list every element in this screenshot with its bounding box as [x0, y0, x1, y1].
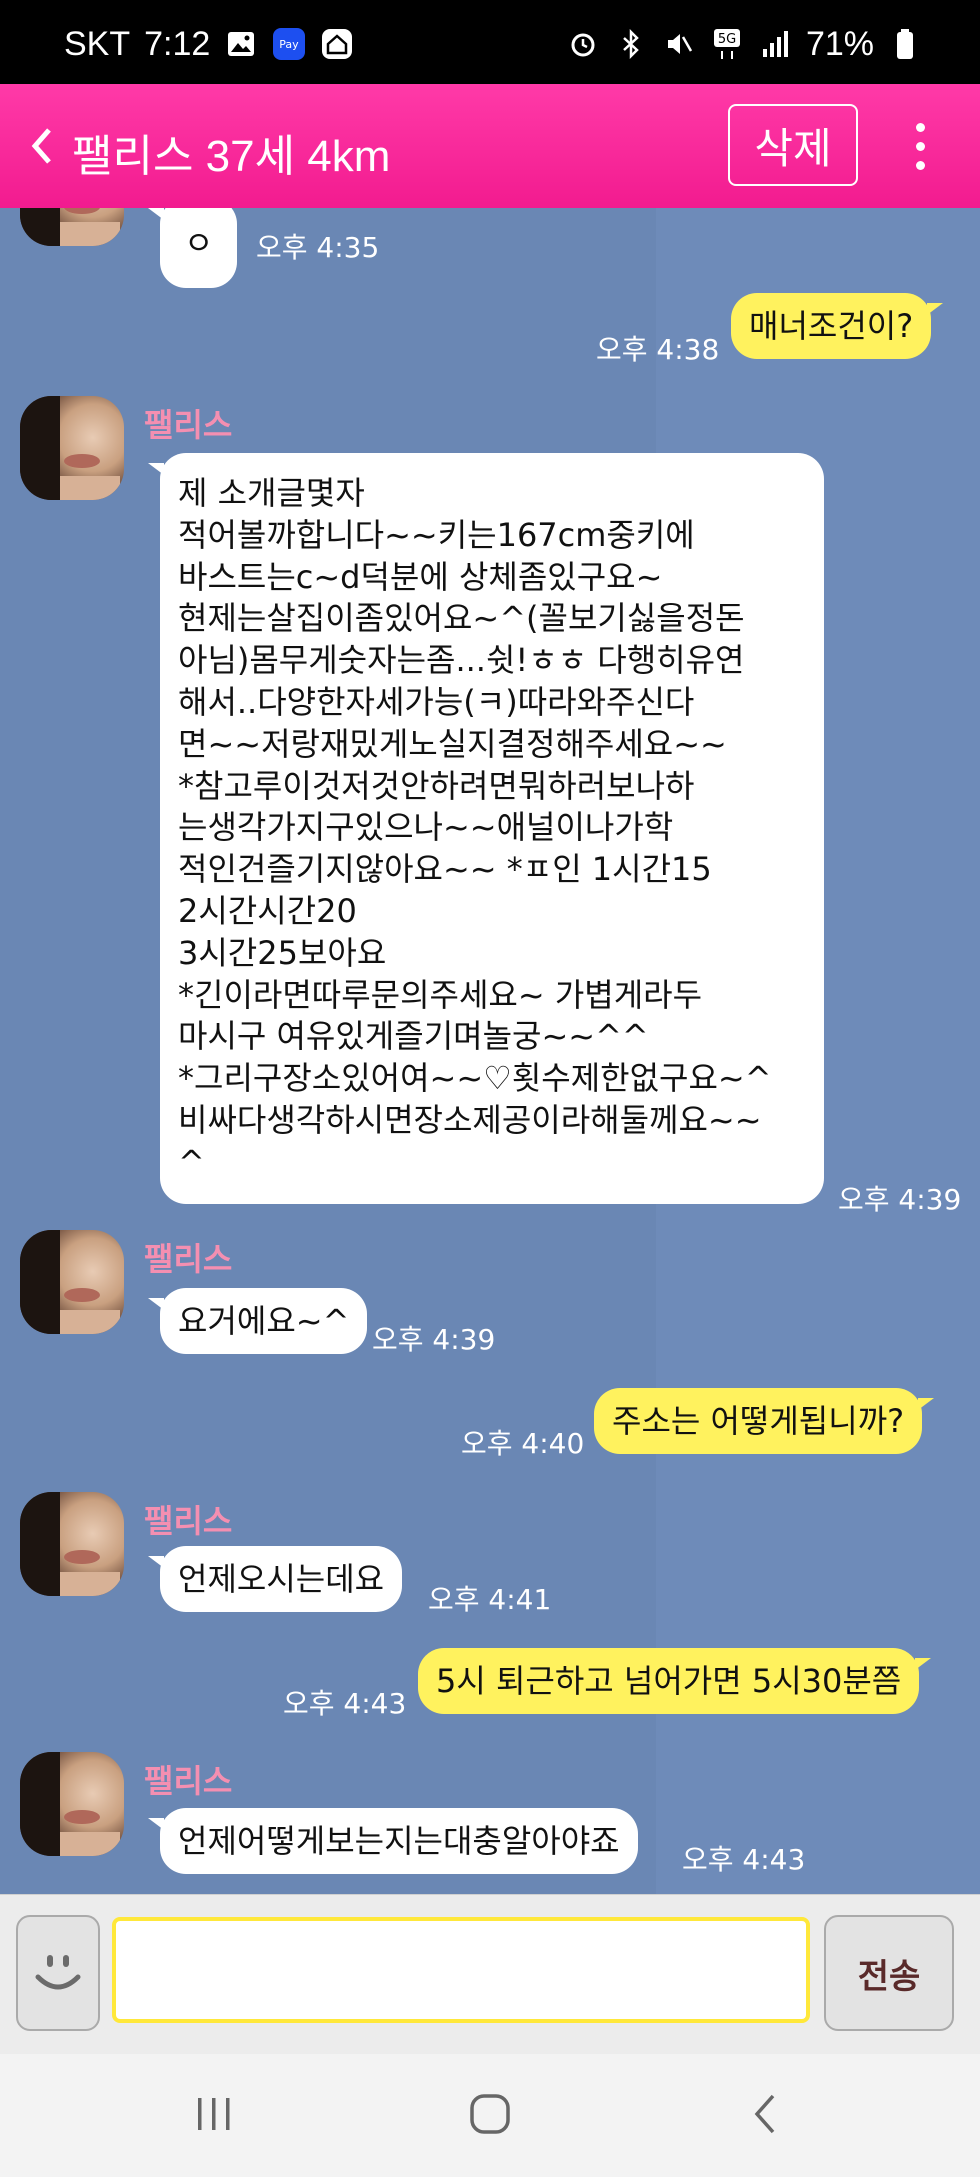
message-line: 아님)몸무게숫자는좀...쉿!ㅎㅎ 다행히유연	[178, 641, 745, 680]
message-line: 3시간25보아요	[178, 933, 387, 972]
message-bubble[interactable]: 언제어떻게보는지는대충알아야죠	[148, 1808, 638, 1874]
back-button[interactable]	[22, 120, 62, 172]
mute-icon	[662, 27, 696, 61]
message-line: ^	[178, 1142, 205, 1181]
more-vertical-icon[interactable]	[900, 108, 940, 184]
message-bubble[interactable]: ㅇ	[147, 208, 238, 288]
message-time: 오후 4:39	[838, 1183, 962, 1216]
carrier-label: SKT	[64, 24, 131, 63]
send-button[interactable]: 전송	[824, 1915, 954, 2031]
message-line: 적어볼까합니다~~키는167cm중키에	[178, 515, 695, 554]
message-line: 마시구 여유있게즐기며놀궁~~^^	[178, 1017, 649, 1056]
chat-title: 팰리스 37세 4km	[72, 132, 391, 181]
message-input[interactable]	[112, 1917, 810, 2023]
message-line: *참고루이것저것안하려면뭐하러보나하	[178, 766, 695, 805]
battery-icon	[888, 27, 922, 61]
home-icon	[320, 27, 354, 61]
avatar[interactable]	[20, 1752, 124, 1856]
sender-name: 팰리스	[144, 406, 233, 444]
signal-icon	[758, 27, 792, 61]
message-line: *그리구장소있어여~~♡횟수제한없구요~^	[178, 1059, 772, 1098]
avatar[interactable]	[20, 1230, 124, 1334]
message-line: 적인건즐기지않아요~~ *ㅍ인 1시간15	[178, 850, 712, 889]
back-icon[interactable]	[726, 2084, 806, 2144]
clock: 7:12	[144, 24, 211, 63]
message-line: 면~~저랑재밌게노실지결정해주세요~~	[178, 724, 727, 763]
message-time: 오후 4:40	[461, 1427, 585, 1460]
home-button-icon[interactable]	[450, 2084, 530, 2144]
message-line: *긴이라면따루문의주세요~ 가볍게라두	[178, 975, 703, 1014]
avatar[interactable]	[20, 396, 124, 500]
message-time: 오후 4:39	[372, 1323, 496, 1356]
message-bubble[interactable]: 5시 퇴근하고 넘어가면 5시30분쯤	[418, 1648, 932, 1714]
message-time: 오후 4:41	[428, 1583, 552, 1616]
message-line: 현제는살집이좀있어요~^(꼴보기싫을정돈	[178, 599, 745, 638]
alarm-icon	[566, 27, 600, 61]
avatar[interactable]	[20, 1492, 124, 1596]
compose-bar: 전송	[0, 1894, 980, 2054]
message-line: 비싸다생각하시면장소제공이라해둘께요~~	[178, 1100, 762, 1139]
smiley-icon	[35, 1955, 81, 1990]
message-bubble[interactable]: 주소는 어떻게됩니까?	[594, 1388, 935, 1454]
battery-percent: 71%	[805, 24, 874, 63]
recent-apps-icon[interactable]	[174, 2084, 254, 2144]
bluetooth-icon	[614, 27, 648, 61]
gallery-icon	[224, 27, 258, 61]
message-line: 바스트는c~d덕분에 상체좀있구요~	[178, 557, 663, 596]
message-time: 오후 4:38	[596, 333, 720, 366]
message-time: 오후 4:43	[682, 1843, 806, 1876]
message-line: 제 소개글몇자	[178, 474, 365, 512]
message-bubble[interactable]: 언제오시는데요	[147, 1546, 403, 1612]
message-time: 오후 4:43	[283, 1687, 407, 1720]
avatar[interactable]	[20, 208, 124, 246]
message-line: 는생각가지구있으나~~애널이나가학	[178, 808, 674, 847]
message-line: 해서..다양한자세가능(ㅋ)따라와주신다	[178, 682, 695, 721]
svg-text:5G: 5G	[718, 32, 736, 47]
sender-name: 팰리스	[144, 1240, 233, 1278]
sender-name: 팰리스	[144, 1502, 233, 1540]
chat-header: 팰리스 37세 4km 삭제	[0, 84, 980, 208]
5g-icon: 5G	[710, 27, 744, 61]
sender-name: 팰리스	[144, 1762, 233, 1800]
chevron-left-icon	[31, 128, 51, 164]
message-bubble[interactable]: 요거에요~^	[147, 1288, 368, 1354]
samsung-pay-icon: Pay	[272, 27, 306, 61]
message-list[interactable]: ㅇ 오후 4:35 오후 4:38 매너조건이? 팰리스 제 소개글몇자 적어볼…	[0, 208, 980, 1894]
message-bubble[interactable]: 매너조건이?	[731, 293, 944, 359]
svg-text:Pay: Pay	[280, 38, 300, 51]
status-bar: SKT 7:12 Pay 5G 71%	[0, 0, 980, 84]
emoji-button[interactable]	[16, 1915, 100, 2031]
system-nav-bar	[0, 2054, 980, 2177]
message-bubble[interactable]: 제 소개글몇자 적어볼까합니다~~키는167cm중키에 바스트는c~d덕분에 상…	[148, 453, 824, 1204]
message-line: 2시간시간20	[178, 891, 357, 930]
delete-button[interactable]: 삭제	[728, 104, 858, 186]
message-time: 오후 4:35	[256, 231, 380, 264]
